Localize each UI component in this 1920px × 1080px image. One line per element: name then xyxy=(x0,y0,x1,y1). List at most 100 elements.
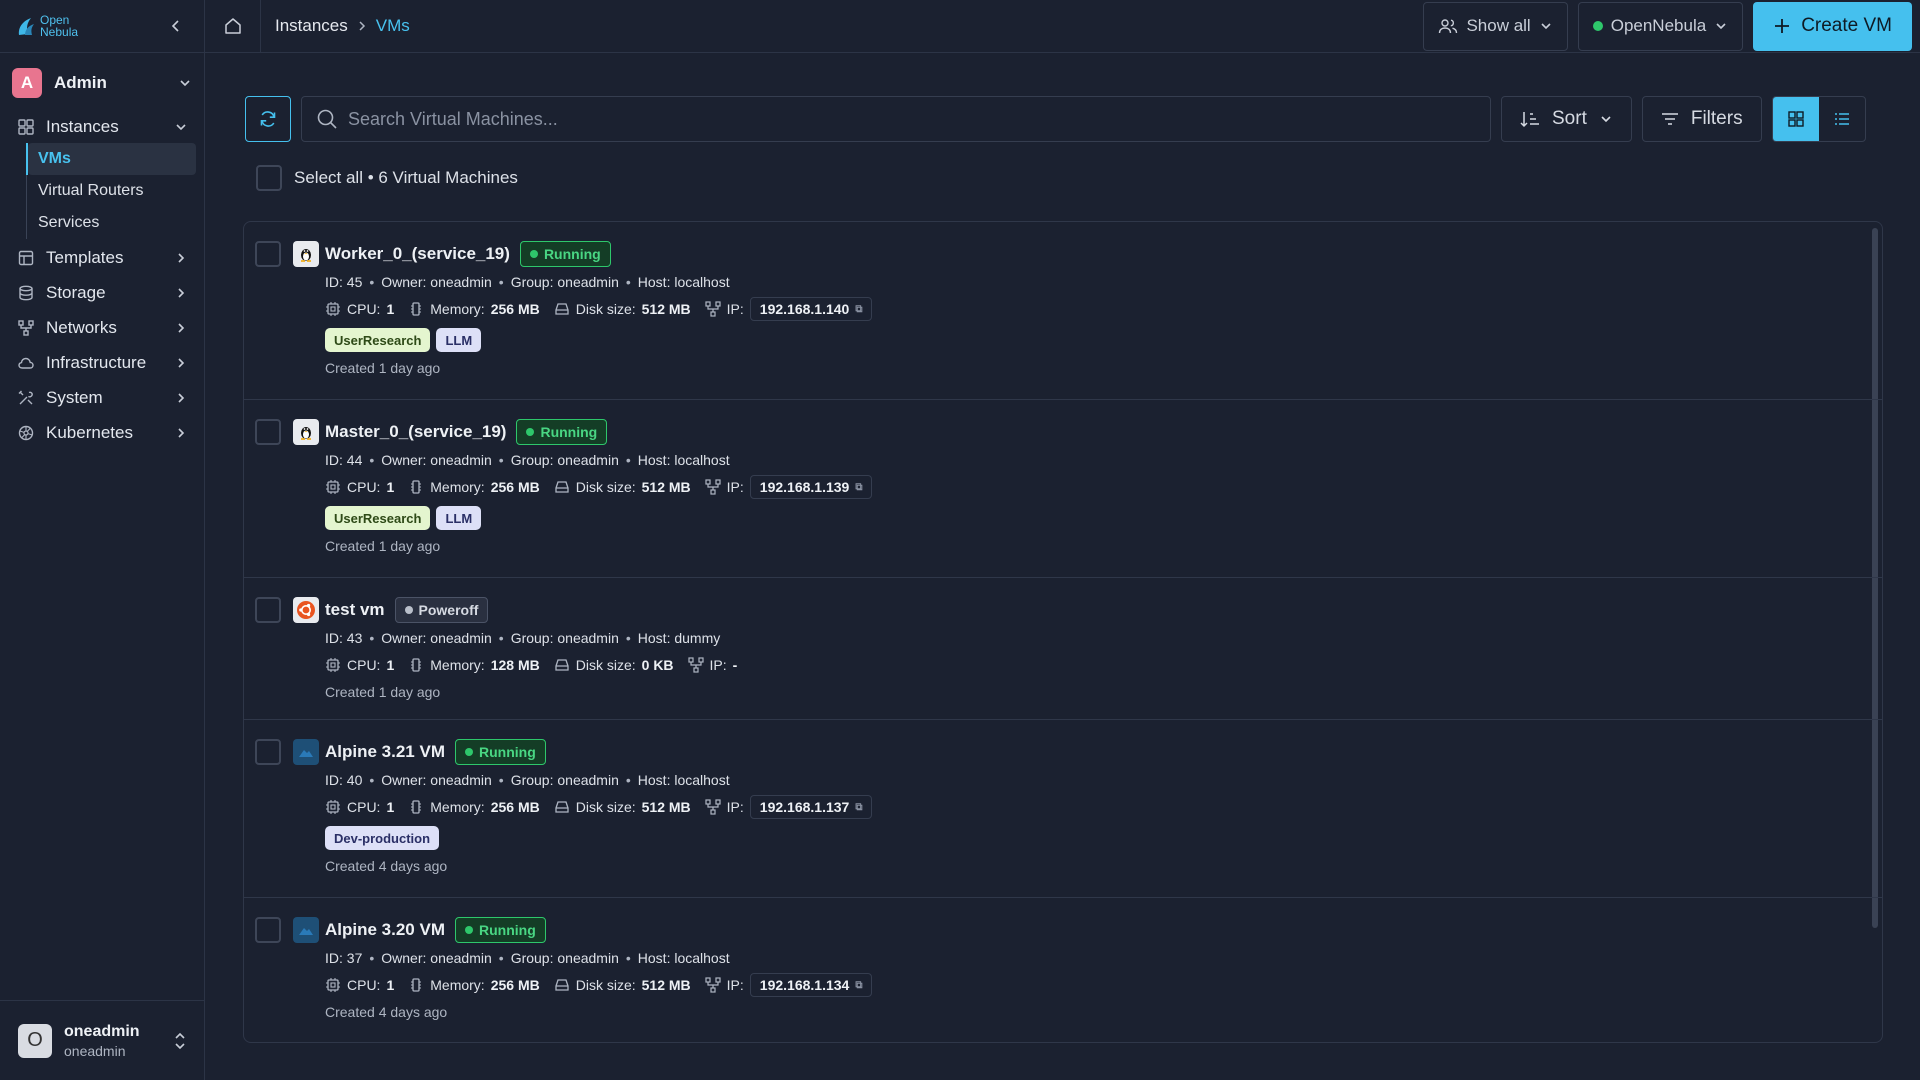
copy-icon: ⧉ xyxy=(855,481,863,493)
memory-label: Memory: xyxy=(430,799,485,815)
cpu-icon xyxy=(326,800,340,814)
cpu-icon xyxy=(326,302,340,316)
separator-dot: • xyxy=(369,274,375,290)
breadcrumb-instances[interactable]: Instances xyxy=(275,16,348,36)
view-toggle xyxy=(1771,96,1866,142)
collapse-sidebar-button[interactable] xyxy=(164,14,188,38)
vm-row[interactable]: Worker_0_(service_19) Running ID: 45 • Own… xyxy=(244,222,1882,400)
memory-value: 256 MB xyxy=(490,977,540,993)
vm-select-checkbox[interactable] xyxy=(255,241,281,267)
vm-info-field: ID: 45 xyxy=(325,274,363,290)
zone-label: OpenNebula xyxy=(1610,16,1707,35)
refresh-button[interactable] xyxy=(245,96,291,142)
vm-label-tag[interactable]: UserResearch xyxy=(325,506,431,530)
vm-name[interactable]: Alpine 3.21 VM xyxy=(325,742,445,762)
separator-dot: • xyxy=(498,452,504,468)
user-group: oneadmin xyxy=(64,1042,126,1059)
vm-label-tag[interactable]: UserResearch xyxy=(325,328,431,352)
sidebar-item-system[interactable]: System xyxy=(0,382,204,414)
cpu-value: 1 xyxy=(386,977,395,993)
sidebar-item-vms[interactable]: VMs xyxy=(28,143,196,175)
sidebar-item-label: Storage xyxy=(46,283,106,302)
sidebar-item-virtual-routers[interactable]: Virtual Routers xyxy=(28,175,196,207)
vm-state-label: Running xyxy=(540,424,598,440)
vm-select-checkbox[interactable] xyxy=(255,597,281,623)
vm-state-label: Poweroff xyxy=(418,602,479,618)
select-all-row: Select all • 6 Virtual Machines xyxy=(256,165,518,191)
vm-ip-field: IP: - xyxy=(687,657,737,673)
vm-info-field: Owner: oneadmin xyxy=(381,630,492,646)
sidebar-item-infrastructure[interactable]: Infrastructure xyxy=(0,347,204,379)
vm-row[interactable]: Alpine 3.20 VM Running ID: 37 • Owner: one… xyxy=(244,898,1882,1042)
vm-ip-chip[interactable]: 192.168.1.137 ⧉ xyxy=(749,795,873,819)
vm-info-field: Host: dummy xyxy=(637,630,721,646)
separator-dot: • xyxy=(625,630,631,646)
separator-dot: • xyxy=(625,950,631,966)
vm-label-tag[interactable]: LLM xyxy=(436,328,482,352)
cpu-value: 1 xyxy=(386,657,395,673)
vm-row[interactable]: test vm Poweroff ID: 43 • Owner: oneadmin •… xyxy=(244,578,1882,720)
sidebar-item-services[interactable]: Services xyxy=(28,207,196,239)
disk-value: 0 KB xyxy=(641,657,674,673)
sidebar-item-storage[interactable]: Storage xyxy=(0,277,204,309)
select-all-checkbox[interactable] xyxy=(256,165,282,191)
vm-info-field: Owner: oneadmin xyxy=(381,950,492,966)
vm-select-checkbox[interactable] xyxy=(255,419,281,445)
vm-info-line: ID: 44 • Owner: oneadmin • Group: oneadmin • H… xyxy=(325,450,886,470)
network-icon xyxy=(705,799,721,815)
ubuntu-icon xyxy=(293,597,319,623)
disk-label: Disk size: xyxy=(575,977,636,993)
vm-ip-chip[interactable]: 192.168.1.134 ⧉ xyxy=(749,973,873,997)
vm-info-field: ID: 37 xyxy=(325,950,363,966)
show-all-filter-button[interactable]: Show all xyxy=(1423,1,1568,51)
vm-state-badge: Running xyxy=(519,241,611,267)
disk-value: 512 MB xyxy=(641,479,691,495)
plus-icon xyxy=(1775,19,1790,33)
search-input[interactable] xyxy=(348,108,1476,130)
vm-disk: Disk size: 512 MB xyxy=(554,479,691,495)
sidebar-item-instances[interactable]: Instances xyxy=(0,111,204,143)
top-bar: Instances VMs Show all OpenNebula Create… xyxy=(205,0,1920,53)
vm-info-field: Group: oneadmin xyxy=(510,630,619,646)
vm-name[interactable]: Master_0_(service_19) xyxy=(325,422,506,442)
linux-tux-icon xyxy=(293,241,319,267)
view-switcher[interactable]: A Admin xyxy=(8,63,196,103)
vm-label-tag[interactable]: Dev-production xyxy=(325,826,440,850)
sidebar-item-label: Templates xyxy=(46,248,124,267)
grid-icon xyxy=(18,119,34,135)
chevron-down-icon xyxy=(176,124,186,131)
vm-row[interactable]: Master_0_(service_19) Running ID: 44 • Own… xyxy=(244,400,1882,578)
vm-ip: 192.168.1.137 xyxy=(759,799,850,815)
vm-row[interactable]: Alpine 3.21 VM Running ID: 40 • Owner: one… xyxy=(244,720,1882,898)
vm-name[interactable]: Worker_0_(service_19) xyxy=(325,244,510,264)
filters-button[interactable]: Filters xyxy=(1641,96,1762,142)
vm-ip-field: IP: 192.168.1.139 ⧉ xyxy=(705,475,873,499)
vm-memory: Memory: 256 MB xyxy=(408,479,540,495)
cpu-value: 1 xyxy=(386,479,395,495)
vm-select-checkbox[interactable] xyxy=(255,739,281,765)
sidebar-item-kubernetes[interactable]: Kubernetes xyxy=(0,417,204,449)
home-button[interactable] xyxy=(205,0,261,53)
vm-label-tag[interactable]: LLM xyxy=(436,506,482,530)
vm-select-checkbox[interactable] xyxy=(255,917,281,943)
chevron-updown-icon[interactable] xyxy=(173,1031,187,1051)
create-vm-button[interactable]: Create VM xyxy=(1753,1,1912,51)
vm-created-time: Created 1 day ago xyxy=(325,684,441,700)
admin-avatar: A xyxy=(12,68,42,98)
vm-info-line: ID: 40 • Owner: oneadmin • Group: oneadmin • H… xyxy=(325,770,886,790)
vm-info-field: ID: 44 xyxy=(325,452,363,468)
vm-name[interactable]: test vm xyxy=(325,600,385,620)
sort-button[interactable]: Sort xyxy=(1501,96,1632,142)
user-panel[interactable]: O oneadmin oneadmin xyxy=(0,1000,205,1080)
list-view-button[interactable] xyxy=(1819,97,1865,141)
sidebar-item-networks[interactable]: Networks xyxy=(0,312,204,344)
sidebar-item-templates[interactable]: Templates xyxy=(0,242,204,274)
chevron-right-icon xyxy=(178,358,185,368)
disk-label: Disk size: xyxy=(575,799,636,815)
zone-selector[interactable]: OpenNebula xyxy=(1577,1,1744,51)
vm-ip-chip[interactable]: 192.168.1.139 ⧉ xyxy=(749,475,873,499)
memory-label: Memory: xyxy=(430,301,485,317)
vm-name[interactable]: Alpine 3.20 VM xyxy=(325,920,445,940)
card-view-button[interactable] xyxy=(1772,97,1819,141)
vm-ip-chip[interactable]: 192.168.1.140 ⧉ xyxy=(749,297,873,321)
